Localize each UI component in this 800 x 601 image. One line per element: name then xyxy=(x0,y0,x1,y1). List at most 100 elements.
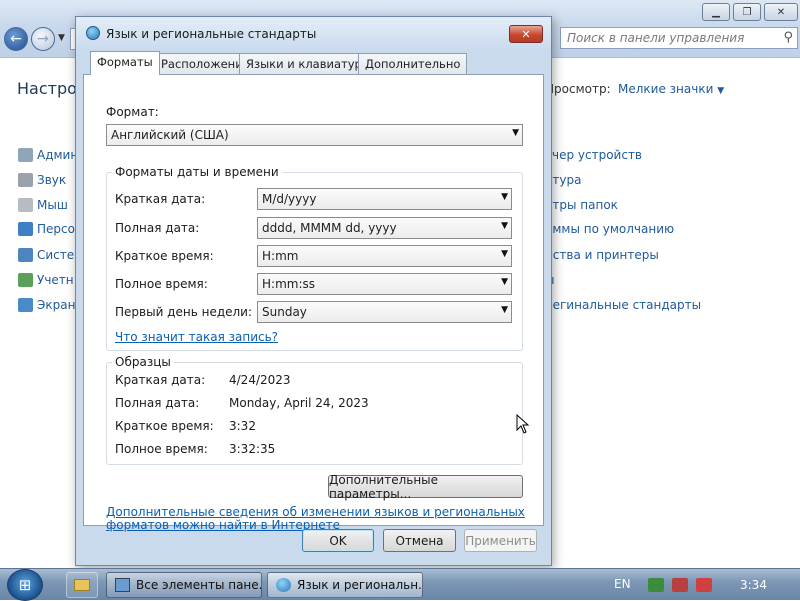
long-date-value: dddd, MMMM dd, yyyy xyxy=(262,221,397,235)
cp-item-admin[interactable]: Админ xyxy=(18,146,78,164)
cp-item-region[interactable]: регинальные стандарты xyxy=(545,298,701,312)
additional-settings-button[interactable]: Дополнительные параметры... xyxy=(328,473,523,501)
chevron-down-icon: ▼ xyxy=(512,128,519,138)
apply-button[interactable]: Применить xyxy=(464,529,537,552)
sample-short-time-label: Краткое время: xyxy=(115,419,214,433)
close-icon: ✕ xyxy=(521,27,531,41)
personalization-icon xyxy=(18,222,33,236)
dialog-title: Язык и региональные стандарты xyxy=(106,27,317,41)
chevron-down-icon: ▼ xyxy=(501,249,508,259)
info-link[interactable]: Дополнительные сведения об изменении язы… xyxy=(106,505,525,519)
mouse-icon xyxy=(18,198,33,212)
format-value: Английский (США) xyxy=(111,128,229,142)
long-time-label: Полное время: xyxy=(115,277,208,291)
cp-item-accounts[interactable]: Учетн xyxy=(18,271,74,289)
short-date-dropdown[interactable]: M/d/yyyy ▼ xyxy=(257,188,512,210)
view-label: Просмотр: xyxy=(545,82,611,96)
chevron-down-icon: ▼ xyxy=(501,277,508,287)
sample-short-date-label: Краткая дата: xyxy=(115,373,206,387)
network-icon[interactable] xyxy=(672,578,688,592)
chevron-down-icon: ▼ xyxy=(501,305,508,315)
cp-item-device-manager[interactable]: тчер устройств xyxy=(545,148,642,162)
cp-item-devices-printers[interactable]: йства и принтеры xyxy=(545,248,659,262)
sample-long-date-value: Monday, April 24, 2023 xyxy=(229,396,369,410)
mouse-cursor-icon xyxy=(516,414,530,434)
tab-advanced[interactable]: Дополнительно xyxy=(358,53,468,74)
cp-item-label: Звук xyxy=(37,173,67,187)
forward-button[interactable]: → xyxy=(31,27,55,51)
globe-icon xyxy=(276,578,291,592)
short-date-value: M/d/yyyy xyxy=(262,192,317,206)
display-icon xyxy=(18,298,33,312)
admin-tools-icon xyxy=(18,148,33,162)
notation-help-link[interactable]: Что значит такая запись? xyxy=(115,330,278,344)
cp-item-sound[interactable]: Звук xyxy=(18,171,66,189)
arrow-left-icon: ← xyxy=(10,31,22,47)
short-time-dropdown[interactable]: H:mm ▼ xyxy=(257,245,512,267)
speaker-icon xyxy=(18,173,33,187)
chevron-down-icon: ▼ xyxy=(717,86,725,96)
cp-item-label: Мыш xyxy=(37,198,68,212)
cp-item-folder-options[interactable]: етры папок xyxy=(545,198,618,212)
cp-item-display[interactable]: Экран xyxy=(18,296,75,314)
taskbar-item-control-panel[interactable]: Все элементы пане... xyxy=(106,572,262,598)
explorer-pinned-button[interactable] xyxy=(66,572,98,598)
cp-item-label: Экран xyxy=(37,298,76,312)
search-placeholder: Поиск в панели управления xyxy=(567,31,745,45)
cp-item-personalization[interactable]: Персон xyxy=(18,220,83,238)
short-time-value: H:mm xyxy=(262,249,299,263)
language-indicator[interactable]: EN xyxy=(614,577,631,591)
sample-long-time-value: 3:32:35 xyxy=(229,442,276,456)
info-link-line1: Дополнительные сведения об изменении язы… xyxy=(106,505,525,519)
short-date-label: Краткая дата: xyxy=(115,192,206,206)
control-panel-icon xyxy=(115,578,130,592)
globe-icon xyxy=(86,26,100,40)
dialog-titlebar[interactable]: Язык и региональные стандарты ✕ xyxy=(76,17,551,49)
chevron-down-icon: ▼ xyxy=(501,192,508,202)
taskbar-item-label: Язык и региональн... xyxy=(297,578,423,592)
tab-formats[interactable]: Форматы xyxy=(90,51,160,75)
cancel-button[interactable]: Отмена xyxy=(383,529,456,552)
cp-item-label: Учетн xyxy=(37,273,74,287)
maximize-button[interactable]: ❐ xyxy=(733,3,761,21)
taskbar-item-label: Все элементы пане... xyxy=(136,578,262,592)
search-input[interactable]: Поиск в панели управления ⚲ xyxy=(560,27,798,49)
recent-pages-dropdown[interactable]: ▼ xyxy=(58,33,65,43)
region-language-dialog: Язык и региональные стандарты ✕ Форматы … xyxy=(75,16,552,566)
search-icon[interactable]: ⚲ xyxy=(783,30,793,45)
dialog-close-button[interactable]: ✕ xyxy=(509,25,543,43)
taskbar: ⊞ Все элементы пане... Язык и региональн… xyxy=(0,568,800,601)
arrow-right-icon: → xyxy=(37,31,49,47)
sample-short-time-value: 3:32 xyxy=(229,419,256,433)
format-dropdown[interactable]: Английский (США) ▼ xyxy=(106,124,523,146)
long-time-dropdown[interactable]: H:mm:ss ▼ xyxy=(257,273,512,295)
close-window-button[interactable]: ✕ xyxy=(764,3,798,21)
sample-long-time-label: Полное время: xyxy=(115,442,208,456)
back-button[interactable]: ← xyxy=(4,27,28,51)
view-mode-dropdown[interactable]: Мелкие значки ▼ xyxy=(618,82,724,96)
clock[interactable]: 3:34 xyxy=(740,578,767,592)
ok-button[interactable]: OK xyxy=(302,529,374,552)
cp-item-system[interactable]: Систем xyxy=(18,246,83,264)
start-button[interactable]: ⊞ xyxy=(7,569,43,601)
taskbar-item-region-dialog[interactable]: Язык и региональн... xyxy=(267,572,423,598)
formats-panel: Формат: Английский (США) ▼ Форматы даты и… xyxy=(83,74,544,526)
first-day-dropdown[interactable]: Sunday ▼ xyxy=(257,301,512,323)
system-icon xyxy=(18,248,33,262)
cp-item-mouse[interactable]: Мыш xyxy=(18,196,68,214)
windows-logo-icon: ⊞ xyxy=(18,576,32,594)
cp-item-default-programs[interactable]: аммы по умолчанию xyxy=(545,222,674,236)
cp-item-label: Админ xyxy=(37,148,79,162)
minimize-button[interactable]: ▁ xyxy=(702,3,730,21)
users-icon xyxy=(18,273,33,287)
long-time-value: H:mm:ss xyxy=(262,277,315,291)
dialog-body: Форматы Расположение Языки и клавиатуры … xyxy=(83,51,544,532)
volume-muted-icon[interactable] xyxy=(696,578,712,592)
action-center-icon[interactable] xyxy=(648,578,664,592)
long-date-dropdown[interactable]: dddd, MMMM dd, yyyy ▼ xyxy=(257,217,512,239)
chevron-down-icon: ▼ xyxy=(501,221,508,231)
folder-icon xyxy=(74,579,90,591)
datetime-group-title: Форматы даты и времени xyxy=(112,165,282,179)
format-label: Формат: xyxy=(106,105,159,119)
first-day-value: Sunday xyxy=(262,305,307,319)
